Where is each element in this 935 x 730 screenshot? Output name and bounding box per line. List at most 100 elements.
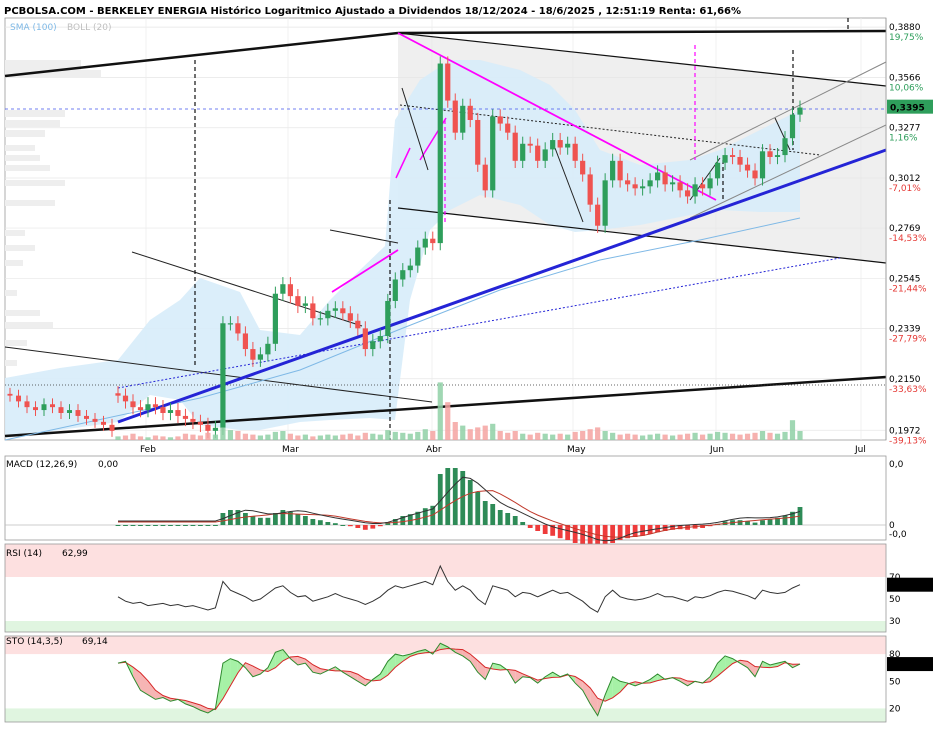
candle-body <box>101 421 106 425</box>
candle-body <box>50 404 55 408</box>
macd-value: 0,00 <box>98 460 118 470</box>
volume-bar <box>580 431 586 440</box>
month-label: Jul <box>854 445 866 455</box>
volume-bar <box>317 435 323 440</box>
candle-body <box>235 323 241 334</box>
macd-histogram-bar <box>347 525 353 527</box>
candle-body <box>407 265 413 271</box>
volume-bar <box>265 434 271 440</box>
volume-bar <box>774 433 781 440</box>
macd-histogram-bar <box>512 516 518 525</box>
macd-histogram-bar <box>452 468 458 525</box>
volume-bar <box>527 434 533 440</box>
macd-histogram-bar <box>370 525 376 529</box>
volume-bar <box>759 431 766 440</box>
volume-bar <box>729 433 736 440</box>
volume-bar <box>392 431 398 440</box>
volume-bar <box>714 431 721 440</box>
volume-bar <box>220 427 226 440</box>
candle-body <box>385 300 391 337</box>
candle-body <box>655 172 661 181</box>
macd-histogram-bar <box>482 501 488 525</box>
volume-bar <box>550 434 556 440</box>
volume-bar <box>512 431 518 440</box>
candle-body <box>460 105 466 133</box>
candle-body <box>737 156 743 165</box>
pct-tick-label: -33,63% <box>889 385 927 395</box>
volume-bar <box>655 433 661 440</box>
volume-bar <box>767 432 773 440</box>
rsi-last-label: 62,995 <box>890 582 922 592</box>
candle-body <box>175 410 181 416</box>
volume-bar <box>542 433 548 440</box>
price-tick-label: 0,2545 <box>889 274 921 284</box>
volume-bar <box>482 425 488 440</box>
sto-label: STO (14,3,5) <box>6 637 63 647</box>
candle-body <box>580 160 586 175</box>
volume-bar <box>535 432 541 440</box>
macd-histogram-bar <box>497 510 503 525</box>
macd-histogram-bar <box>168 525 173 526</box>
month-label: Feb <box>140 445 156 455</box>
volume-bar <box>325 434 331 440</box>
candle-body <box>415 247 421 266</box>
volume-bar <box>242 433 249 440</box>
candle-body <box>557 140 563 148</box>
macd-histogram-bar <box>145 525 151 526</box>
candle-body <box>520 143 526 161</box>
sto-tick-label: 20 <box>889 704 901 714</box>
volume-bar <box>407 433 413 440</box>
sma-legend: SMA (100) <box>10 23 57 33</box>
rsi-oversold-zone <box>5 621 886 632</box>
volume-bar <box>272 431 278 440</box>
macd-histogram-bar <box>782 515 788 525</box>
macd-histogram-bar <box>445 468 451 525</box>
volume-bar <box>227 430 234 440</box>
volume-profile-bar <box>5 130 45 137</box>
macd-histogram-bar <box>175 525 181 526</box>
candle-body <box>445 63 451 101</box>
last-price-label: 0,3395 <box>890 104 925 114</box>
macd-histogram-bar <box>310 519 316 525</box>
candle-body <box>550 140 556 150</box>
volume-bar <box>610 432 616 440</box>
candle-body <box>535 145 541 161</box>
volume-profile-bar <box>5 120 60 127</box>
volume-profile-bar <box>5 200 55 206</box>
volume-profile-bar <box>5 155 40 161</box>
candle-body <box>744 164 751 171</box>
volume-bar <box>332 435 338 440</box>
macd-histogram-bar <box>123 525 128 526</box>
volume-bar <box>625 433 631 440</box>
candle-body <box>640 186 646 189</box>
volume-bar <box>160 436 166 440</box>
volume-bar <box>617 434 623 440</box>
volume-bar <box>707 433 713 440</box>
candle-body <box>340 308 346 314</box>
candle-body <box>265 343 271 355</box>
rsi-value: 62,99 <box>62 549 88 559</box>
volume-bar <box>437 382 443 440</box>
candle-body <box>160 407 166 413</box>
volume-bar <box>699 434 706 440</box>
volume-bar <box>197 435 204 440</box>
candle-body <box>647 180 653 187</box>
macd-histogram-bar <box>205 525 211 526</box>
pct-tick-label: -7,01% <box>889 184 921 194</box>
rsi-label: RSI (14) <box>6 549 42 559</box>
rsi-tick-label: 30 <box>889 617 901 627</box>
macd-histogram-bar <box>198 525 203 526</box>
volume-bar <box>505 432 511 440</box>
candle-body <box>422 238 428 248</box>
macd-histogram-bar <box>325 522 331 525</box>
candle-body <box>707 178 713 189</box>
rsi-tick-label: 50 <box>889 595 901 605</box>
month-label: Abr <box>426 445 442 455</box>
candle-body <box>692 184 698 197</box>
month-label: May <box>567 445 586 455</box>
price-tick-label: 0,2769 <box>889 224 921 234</box>
volume-bar <box>400 432 406 440</box>
candle-body <box>58 407 64 413</box>
volume-bar <box>302 434 308 440</box>
candle-body <box>617 160 623 181</box>
